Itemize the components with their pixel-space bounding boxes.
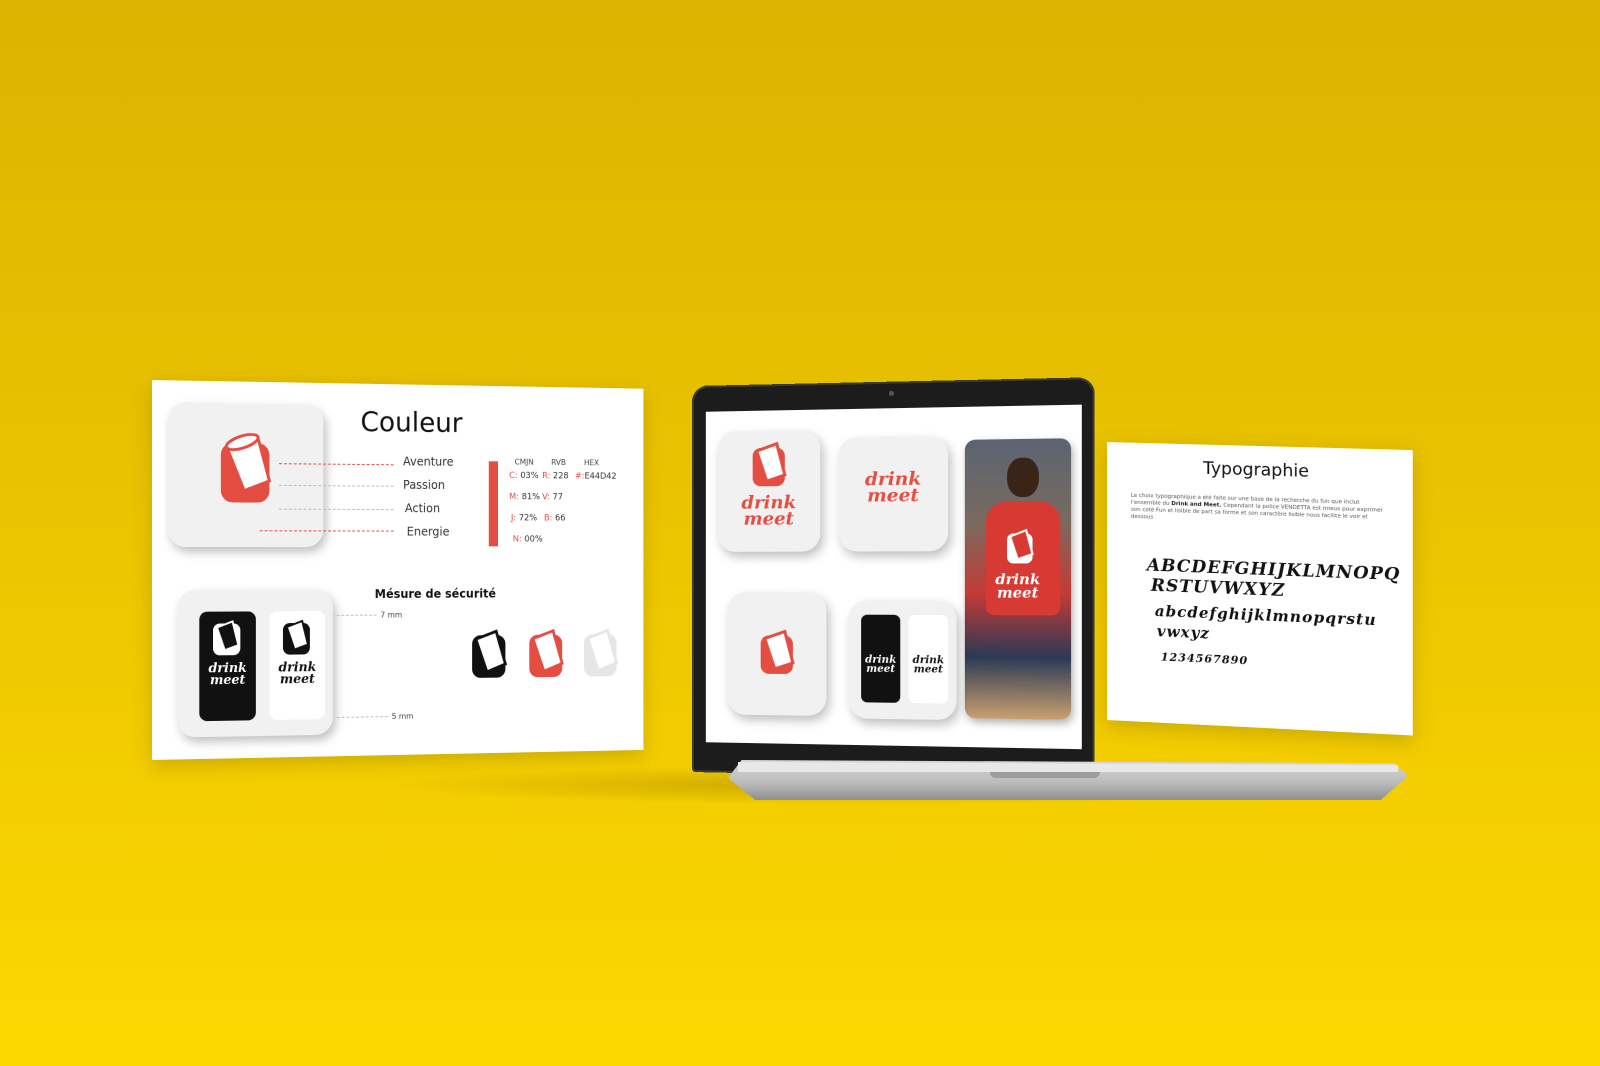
logo-wordmark: drink meet <box>199 663 256 687</box>
lowercase-row-2: vwxyz <box>1157 622 1210 642</box>
role-aventure: Aventure <box>403 455 454 469</box>
logo-card-icon <box>728 592 827 716</box>
header-hex: HEX <box>584 458 599 467</box>
cup-icon-black <box>468 627 511 683</box>
measure-line <box>337 615 377 616</box>
couleur-slide: Couleur Aventure Passion Action Energie … <box>152 380 643 760</box>
logo-wordmark: drink meet <box>861 655 900 674</box>
laptop-notch <box>990 772 1100 778</box>
typo-description: Le choix typographique a été faite sur u… <box>1131 493 1386 530</box>
measure-line <box>337 716 388 718</box>
logo-wordmark: drink meet <box>965 574 1071 600</box>
logo-card-mono: drink meet drink meet <box>849 600 957 720</box>
logo-card-full: drink meet <box>718 430 821 552</box>
logo-wordmark: drink meet <box>909 656 949 675</box>
rvb-b: B: 66 <box>544 514 565 524</box>
laptop-screen: drink meet drink meet drink meet drink m… <box>706 405 1082 750</box>
cup-logo-icon <box>215 433 283 513</box>
logo-wordmark: drink meet <box>839 471 949 505</box>
safety-title: Mésure de sécurité <box>375 587 496 601</box>
rvb-v: V: 77 <box>542 493 563 503</box>
header-cmjn: CMJN <box>515 458 534 467</box>
digits-row: 1234567890 <box>1161 650 1248 667</box>
cup-icon-light <box>580 626 622 682</box>
hex-value: #:E44D42 <box>575 472 617 482</box>
camera-icon <box>889 391 894 396</box>
color-swatch-bar <box>489 461 498 546</box>
cup-icon-red <box>526 627 568 683</box>
cmjn-n: N: 00% <box>513 535 543 545</box>
laptop-lid: drink meet drink meet drink meet drink m… <box>692 377 1095 781</box>
role-energie: Energie <box>407 525 450 539</box>
logo-card-wordmark: drink meet <box>839 436 949 552</box>
logo-wordmark: drink meet <box>269 662 325 686</box>
person-head <box>1007 457 1039 497</box>
cmjn-c: C: 03% <box>509 471 539 481</box>
rvb-r: R: 228 <box>542 471 569 481</box>
cmjn-m: M: 81% <box>509 492 540 502</box>
cup-logo-icon <box>1005 528 1037 565</box>
cup-logo-icon <box>758 628 798 677</box>
uppercase-row-2: RSTUVWXYZ <box>1151 576 1285 601</box>
cup-logo-icon <box>750 440 790 489</box>
slide-title: Typographie <box>1203 459 1309 482</box>
measure-top: 7 mm <box>380 611 402 620</box>
role-action: Action <box>405 501 440 515</box>
slide-title: Couleur <box>360 405 462 439</box>
header-rvb: RVB <box>551 458 566 467</box>
cup-logo-icon <box>211 619 244 657</box>
logo-white-variant: drink meet <box>909 615 949 704</box>
logo-variants-card: drink meet drink meet <box>178 589 333 737</box>
measure-bottom: 5 mm <box>392 712 414 721</box>
logo-black-variant: drink meet <box>861 615 900 703</box>
cmjn-j: J: 72% <box>511 514 537 524</box>
logo-icon-card <box>168 402 323 547</box>
logo-black-variant: drink meet <box>199 611 256 721</box>
logo-white-variant: drink meet <box>269 611 325 720</box>
role-passion: Passion <box>403 478 445 492</box>
lifestyle-photo: drink meet <box>965 438 1071 720</box>
logo-wordmark: drink meet <box>718 495 821 528</box>
typographie-slide: Typographie Le choix typographique a été… <box>1107 442 1413 736</box>
cup-logo-icon <box>281 619 314 657</box>
